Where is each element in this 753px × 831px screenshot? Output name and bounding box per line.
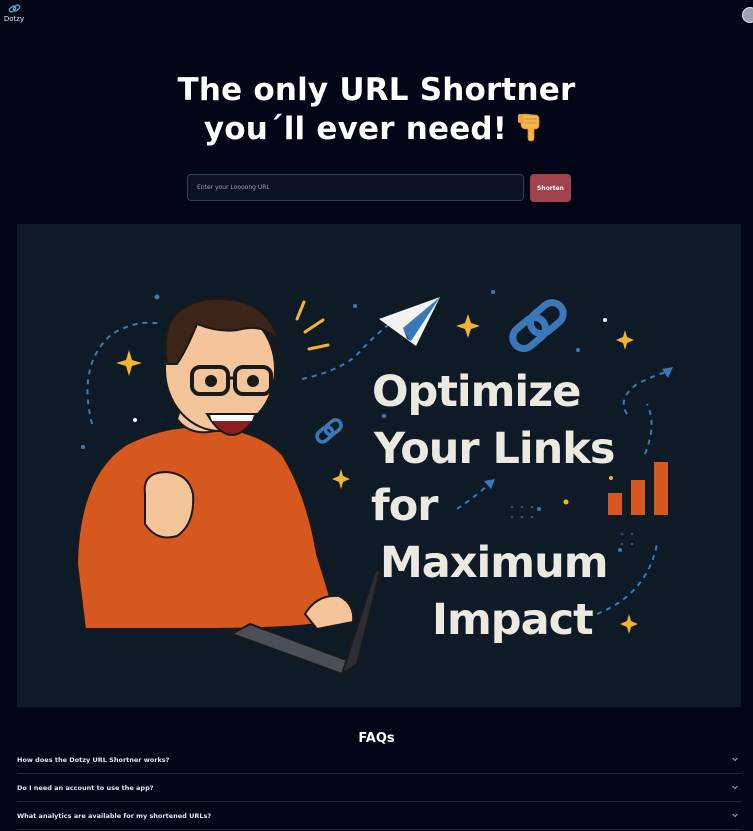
chevron-down-icon — [732, 757, 738, 762]
banner-line-3: for — [371, 481, 438, 531]
banner-line-4: Maximum — [380, 538, 609, 588]
hero-banner-image: Optimize Your Links for Maximum Impact — [17, 224, 741, 707]
hero-title-line-1: The only URL Shortner — [177, 72, 576, 108]
url-input[interactable] — [187, 174, 524, 201]
logo[interactable]: Dotzy — [2, 3, 26, 23]
banner-line-2: Your Links — [374, 424, 615, 474]
faq-item[interactable]: What analytics are available for my shor… — [17, 802, 741, 830]
faq-item[interactable]: How does the Dotzy URL Shortner works? — [17, 746, 741, 774]
banner-headline: Optimize Your Links for Maximum Impact — [371, 364, 712, 649]
small-chain-link-icon — [315, 418, 343, 444]
avatar[interactable] — [742, 7, 753, 23]
faq-question: Do I need an account to use the app? — [17, 784, 154, 792]
faq-title: FAQs — [358, 731, 395, 746]
banner-line-1: Optimize — [372, 367, 581, 417]
chevron-down-icon — [732, 785, 738, 790]
hero-title-line-2-text: you´ll ever need! — [203, 111, 508, 147]
link-logo-icon — [8, 4, 20, 13]
banner-line-5: Impact — [432, 595, 594, 645]
faq-question: How does the Dotzy URL Shortner works? — [17, 756, 170, 764]
excited-man-illustration — [75, 297, 383, 677]
paper-plane-icon — [379, 297, 440, 346]
faq-question: What analytics are available for my shor… — [17, 812, 212, 820]
top-bar: Dotzy — [0, 0, 753, 30]
logo-text: Dotzy — [3, 15, 25, 23]
chain-link-icon — [509, 299, 567, 352]
faq-item[interactable]: Do I need an account to use the app? — [17, 774, 741, 802]
hero-title: The only URL Shortner you´ll ever need! — [0, 72, 753, 152]
pointing-down-hand-icon — [515, 109, 549, 152]
chevron-down-icon — [732, 813, 738, 818]
shorten-button[interactable]: Shorten — [530, 174, 571, 202]
url-form: Shorten — [187, 174, 571, 202]
faq-list: How does the Dotzy URL Shortner works? D… — [17, 746, 741, 830]
hero-title-line-2: you´ll ever need! — [0, 109, 753, 152]
